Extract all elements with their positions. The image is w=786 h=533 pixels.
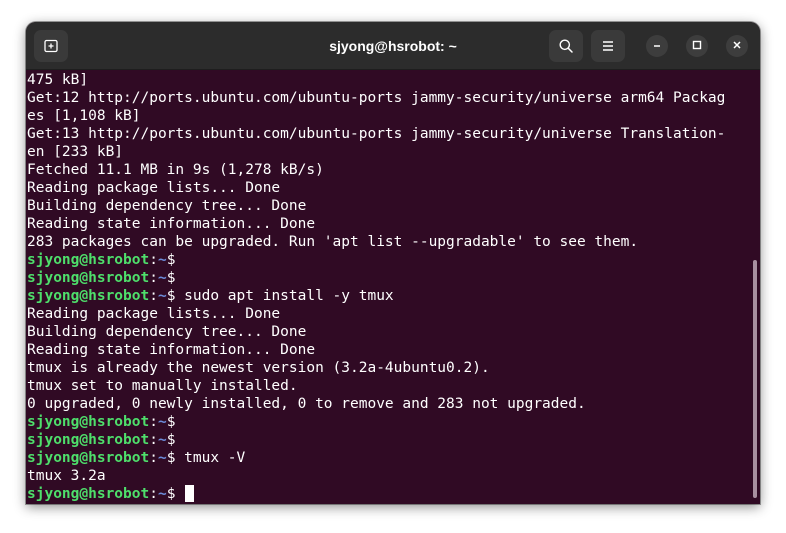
prompt-colon: : <box>149 414 158 430</box>
prompt-path: ~ <box>157 450 167 466</box>
prompt-path: ~ <box>157 252 167 268</box>
output-line: Reading package lists... Done <box>27 306 281 322</box>
output-line: 283 packages can be upgraded. Run 'apt l… <box>27 234 639 250</box>
scrollbar[interactable] <box>753 260 757 498</box>
prompt-line: sjyong@hsrobot:~$ <box>27 413 760 431</box>
maximize-icon <box>692 37 702 55</box>
close-button[interactable] <box>726 35 748 57</box>
output-line: 0 upgraded, 0 newly installed, 0 to remo… <box>27 396 586 412</box>
prompt-path: ~ <box>157 414 167 430</box>
output-line: Reading state information... Done <box>27 216 316 232</box>
title-bar[interactable]: sjyong@hsrobot: ~ <box>26 22 760 70</box>
output-line: 475 kB] <box>27 72 89 88</box>
output-line: Building dependency tree... Done <box>27 198 307 214</box>
minimize-button[interactable] <box>646 35 668 57</box>
hamburger-menu-icon <box>600 38 616 54</box>
prompt-user-host: sjyong@hsrobot <box>27 270 150 286</box>
prompt-colon: : <box>149 486 158 502</box>
prompt-user-host: sjyong@hsrobot <box>27 432 150 448</box>
output-line: Reading state information... Done <box>27 342 316 358</box>
prompt-colon: : <box>149 432 158 448</box>
search-icon <box>558 38 574 54</box>
output-line: Get:13 http://ports.ubuntu.com/ubuntu-po… <box>27 126 726 142</box>
prompt-user-host: sjyong@hsrobot <box>27 252 150 268</box>
prompt-path: ~ <box>157 486 167 502</box>
prompt-colon: : <box>149 450 158 466</box>
prompt-line: sjyong@hsrobot:~$ <box>27 431 760 449</box>
command-text: sudo apt install -y tmux <box>175 288 394 304</box>
output-line: tmux set to manually installed. <box>27 378 298 394</box>
prompt-user-host: sjyong@hsrobot <box>27 288 150 304</box>
prompt-path: ~ <box>157 270 167 286</box>
prompt-symbol: $ <box>166 270 176 286</box>
prompt-line: sjyong@hsrobot:~$ tmux -V <box>27 449 760 467</box>
prompt-path: ~ <box>157 432 167 448</box>
terminal-window: sjyong@hsrobot: ~ 475 kB] Get:12 http://… <box>26 22 760 504</box>
prompt-symbol: $ <box>166 432 176 448</box>
output-line: Get:12 http://ports.ubuntu.com/ubuntu-po… <box>27 90 726 106</box>
output-line: tmux is already the newest version (3.2a… <box>27 360 490 376</box>
output-line: en [233 kB] <box>27 144 124 160</box>
prompt-user-host: sjyong@hsrobot <box>27 486 150 502</box>
text-cursor <box>185 485 195 502</box>
prompt-colon: : <box>149 270 158 286</box>
prompt-path: ~ <box>157 288 167 304</box>
maximize-button[interactable] <box>686 35 708 57</box>
prompt-symbol: $ <box>166 414 176 430</box>
prompt-symbol: $ <box>166 252 176 268</box>
prompt-line: sjyong@hsrobot:~$ sudo apt install -y tm… <box>27 287 760 305</box>
output-line: tmux 3.2a <box>27 468 106 484</box>
prompt-line: sjyong@hsrobot:~$ <box>27 251 760 269</box>
output-line: Fetched 11.1 MB in 9s (1,278 kB/s) <box>27 162 324 178</box>
terminal-output[interactable]: 475 kB] Get:12 http://ports.ubuntu.com/ub… <box>26 71 760 504</box>
minimize-icon <box>652 37 662 55</box>
prompt-colon: : <box>149 288 158 304</box>
menu-button[interactable] <box>591 30 625 62</box>
command-text: tmux -V <box>175 450 246 466</box>
prompt-user-host: sjyong@hsrobot <box>27 414 150 430</box>
search-button[interactable] <box>549 30 583 62</box>
prompt-colon: : <box>149 252 158 268</box>
output-line: Building dependency tree... Done <box>27 324 307 340</box>
prompt-line: sjyong@hsrobot:~$ <box>27 485 760 503</box>
prompt-user-host: sjyong@hsrobot <box>27 450 150 466</box>
command-text <box>175 486 184 502</box>
prompt-line: sjyong@hsrobot:~$ <box>27 269 760 287</box>
close-icon <box>732 37 742 55</box>
output-line: Reading package lists... Done <box>27 180 281 196</box>
output-line: es [1,108 kB] <box>27 108 141 124</box>
